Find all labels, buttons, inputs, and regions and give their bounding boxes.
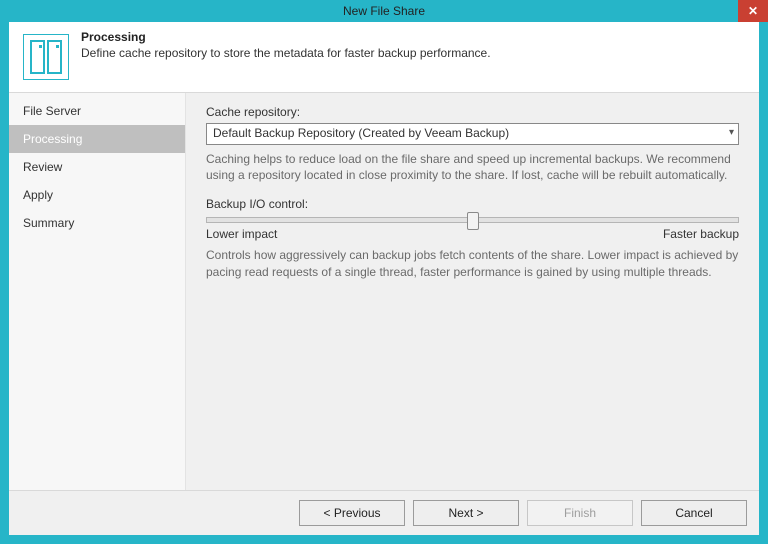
io-control-label: Backup I/O control: <box>206 197 739 211</box>
chevron-down-icon: ▾ <box>729 127 734 138</box>
wizard-content: Cache repository: Default Backup Reposit… <box>186 93 759 490</box>
close-icon: ✕ <box>748 4 758 18</box>
wizard-body: File Server Processing Review Apply Summ… <box>9 93 759 490</box>
cancel-button-label: Cancel <box>675 506 712 520</box>
previous-button-label: < Previous <box>323 506 380 520</box>
sidebar-item-label: Summary <box>23 216 74 230</box>
sidebar-item-review[interactable]: Review <box>9 153 185 181</box>
next-button[interactable]: Next > <box>413 500 519 526</box>
cache-repository-help: Caching helps to reduce load on the file… <box>206 151 739 183</box>
sidebar-item-apply[interactable]: Apply <box>9 181 185 209</box>
sidebar-item-label: Processing <box>23 132 82 146</box>
step-subtitle: Define cache repository to store the met… <box>81 46 491 60</box>
title-bar: New File Share ✕ <box>0 0 768 22</box>
io-control-slider-thumb[interactable] <box>467 212 479 230</box>
io-control-slider[interactable] <box>206 217 739 223</box>
window-title: New File Share <box>343 4 425 18</box>
sidebar-item-summary[interactable]: Summary <box>9 209 185 237</box>
sidebar-item-label: Review <box>23 160 62 174</box>
sidebar-item-label: Apply <box>23 188 53 202</box>
io-control-low-label: Lower impact <box>206 227 277 241</box>
step-title: Processing <box>81 30 491 44</box>
cache-repository-dropdown[interactable]: Default Backup Repository (Created by Ve… <box>206 123 739 145</box>
io-control-high-label: Faster backup <box>663 227 739 241</box>
wizard-steps-sidebar: File Server Processing Review Apply Summ… <box>9 93 186 490</box>
close-button[interactable]: ✕ <box>738 0 768 22</box>
io-control-help: Controls how aggressively can backup job… <box>206 247 739 279</box>
sidebar-item-label: File Server <box>23 104 81 118</box>
cache-repository-value: Default Backup Repository (Created by Ve… <box>213 126 509 140</box>
cancel-button[interactable]: Cancel <box>641 500 747 526</box>
dialog-window: New File Share ✕ Processing Define cache… <box>0 0 768 544</box>
finish-button: Finish <box>527 500 633 526</box>
finish-button-label: Finish <box>564 506 596 520</box>
wizard-footer: < Previous Next > Finish Cancel <box>9 490 759 535</box>
io-control-slider-wrap: Lower impact Faster backup <box>206 217 739 241</box>
file-share-icon <box>23 34 69 80</box>
previous-button[interactable]: < Previous <box>299 500 405 526</box>
wizard-header: Processing Define cache repository to st… <box>9 22 759 93</box>
next-button-label: Next > <box>448 506 483 520</box>
wizard-header-text: Processing Define cache repository to st… <box>81 30 491 60</box>
sidebar-item-processing[interactable]: Processing <box>9 125 185 153</box>
cache-repository-label: Cache repository: <box>206 105 739 119</box>
sidebar-item-file-server[interactable]: File Server <box>9 97 185 125</box>
